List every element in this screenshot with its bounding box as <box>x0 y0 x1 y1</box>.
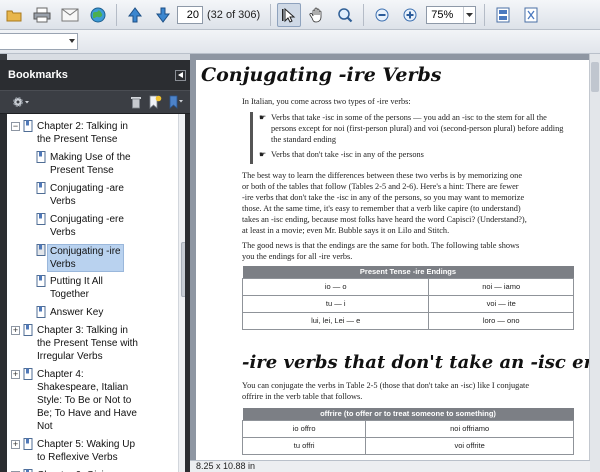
bookmark-icon <box>23 324 33 336</box>
bookmark-icon <box>36 275 46 287</box>
bookmark-label: Conjugating -are Verbs <box>50 183 124 207</box>
bookmarks-toolbar <box>0 90 190 114</box>
arrow-bullet-icon: ☛ <box>259 150 267 159</box>
conjugation-paragraph: You can conjugate the verbs in Table 2-5… <box>242 381 529 401</box>
bookmark-icon <box>23 438 33 450</box>
zoom-in-icon[interactable] <box>398 3 422 27</box>
zoom-out-icon[interactable] <box>370 3 394 27</box>
toolbar-separator <box>363 3 365 26</box>
chevron-left-icon <box>178 72 183 78</box>
bookmark-icon <box>36 151 46 163</box>
bookmarks-tree: − Chapter 2: Talking in the Present Tense M… <box>7 114 185 472</box>
document-scrollbar[interactable] <box>589 54 600 472</box>
endings-table: Present Tense -ire Endings io — o noi — … <box>241 266 574 330</box>
bookmark-icon <box>23 368 33 380</box>
table-header: offrire (to offer or to treat someone to… <box>242 408 574 420</box>
bookmark-icon <box>23 120 33 132</box>
bookmark-properties-icon[interactable] <box>168 95 184 109</box>
table-row: io offro noi offriamo <box>241 419 574 438</box>
zoom-tool-icon[interactable] <box>333 3 357 27</box>
chevron-down-icon[interactable] <box>463 6 475 23</box>
bookmark-label: Chapter 3: Talking in the Present Tense w… <box>37 325 138 362</box>
intro-paragraph: In Italian, you come across two types of… <box>242 97 411 106</box>
toolbar-separator <box>270 3 272 26</box>
next-page-icon[interactable] <box>151 3 175 27</box>
select-cursor-icon[interactable] <box>277 2 302 27</box>
main-toolbar: (32 of 306) 75% <box>0 0 600 30</box>
list-item: ☛ Verbs that don't take -isc in any of t… <box>259 150 424 159</box>
expand-icon[interactable]: + <box>11 440 20 449</box>
toolbar-separator <box>116 3 117 26</box>
bookmark-label: Answer Key <box>50 307 104 318</box>
scrollbar-thumb[interactable] <box>181 242 185 297</box>
bookmark-icon <box>36 244 46 256</box>
expand-icon[interactable]: + <box>11 326 20 335</box>
bookmark-label: Putting It All Together <box>50 276 103 300</box>
zoom-value: 75% <box>431 8 454 21</box>
table-row: tu — i voi — ite <box>241 294 574 313</box>
new-bookmark-icon[interactable] <box>148 95 162 109</box>
full-screen-icon[interactable] <box>519 3 543 27</box>
table-row: lui, lei, Lei — e loro — ono <box>241 311 574 330</box>
zoom-select[interactable]: 75% <box>426 5 477 24</box>
bookmark-label: Chapter 2: Talking in the Present Tense <box>37 121 128 145</box>
bookmark-icon <box>36 182 46 194</box>
page-title: Conjugating -ire Verbs <box>201 64 442 86</box>
fit-page-icon[interactable] <box>491 3 515 27</box>
globe-share-icon[interactable] <box>86 3 110 27</box>
list-item: ☛ Verbs that take -isc in some of the pe… <box>259 113 564 144</box>
print-icon[interactable] <box>30 3 54 27</box>
options-gear-icon[interactable] <box>12 96 30 108</box>
bookmark-icon <box>36 213 46 225</box>
find-input[interactable] <box>0 33 78 50</box>
delete-bookmark-icon[interactable] <box>130 96 142 109</box>
table-row: io — o noi — iamo <box>241 277 574 296</box>
secondary-toolbar <box>0 30 600 54</box>
toolbar-separator <box>484 3 486 26</box>
bookmark-label: Conjugating -ire Verbs <box>47 244 124 272</box>
table-row: tu offri voi offrite <box>241 436 574 455</box>
bookmark-label: Chapter 5: Waking Up to Reflexive Verbs <box>37 439 136 463</box>
table-header: Present Tense -ire Endings <box>242 266 574 278</box>
page-size-status: 8.25 x 10.88 in <box>190 460 590 472</box>
scrollbar-thumb[interactable] <box>591 62 599 92</box>
bookmark-label: Conjugating -ere Verbs <box>50 214 124 238</box>
email-icon[interactable] <box>58 3 82 27</box>
page-count-label: (32 of 306) <box>207 8 261 21</box>
page-number-input[interactable] <box>177 5 203 24</box>
bullet-list: ☛ Verbs that take -isc in some of the pe… <box>250 112 570 164</box>
section-title: -ire verbs that don't take an -isc endin… <box>242 352 589 373</box>
endings-paragraph: The good news is that the endings are th… <box>242 241 520 261</box>
bookmarks-title: Bookmarks <box>8 69 68 81</box>
bookmark-label: Making Use of the Present Tense <box>50 152 131 176</box>
bookmarks-header: Bookmarks <box>0 60 190 90</box>
chevron-down-icon[interactable] <box>69 39 75 43</box>
collapse-icon[interactable]: − <box>11 122 20 131</box>
open-folder-icon[interactable] <box>2 3 26 27</box>
bookmarks-scrollbar[interactable] <box>178 114 185 472</box>
bookmark-label: Chapter 4: Shakespeare, Italian Style: To … <box>37 369 137 432</box>
arrow-bullet-icon: ☛ <box>259 113 267 122</box>
collapse-panel-button[interactable] <box>175 69 186 81</box>
document-page: Conjugating -ire Verbs In Italian, you c… <box>196 60 589 472</box>
previous-page-icon[interactable] <box>123 3 147 27</box>
hand-tool-icon[interactable] <box>305 3 329 27</box>
expand-icon[interactable]: + <box>11 370 20 379</box>
explanation-paragraph: The best way to learn the differences be… <box>242 171 527 235</box>
bookmark-icon <box>36 306 46 318</box>
offrire-table: offrire (to offer or to treat someone to… <box>241 408 574 455</box>
